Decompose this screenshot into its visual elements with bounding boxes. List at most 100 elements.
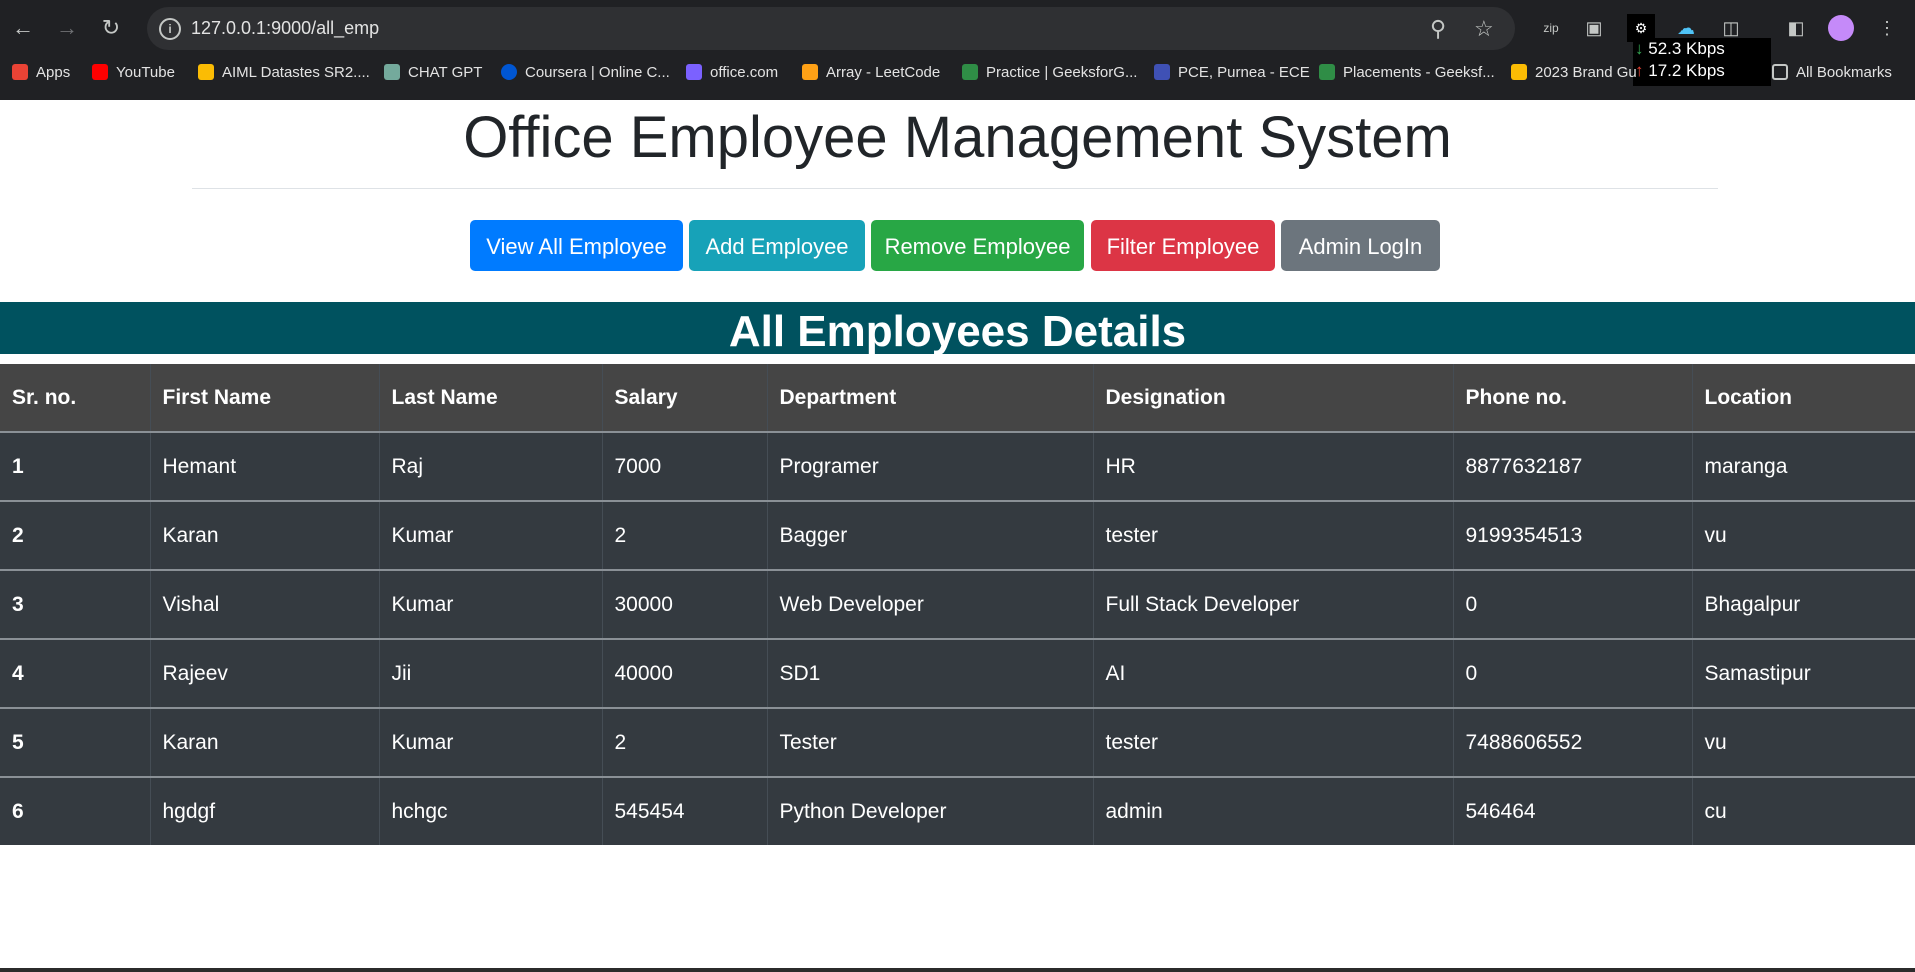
remove-employee-button[interactable]: Remove Employee [871,220,1084,271]
table-cell: Karan [150,708,380,777]
table-cell: tester [1093,501,1454,570]
table-row: 2 Karan Kumar 2 Bagger tester 9199354513… [0,501,1915,570]
table-cell: cu [1704,799,1727,823]
page-content: Office Employee Management System View A… [0,100,1915,972]
address-bar[interactable]: i 127.0.0.1:9000/all_emp ⚲ ☆ [147,7,1515,50]
bookmark-gfg-placements[interactable]: Placements - Geeksf... [1319,64,1495,81]
table-cell: 2 [0,501,151,570]
table-cell: 5 [0,708,151,777]
table-cell: Programer [767,432,1094,501]
side-panel-icon[interactable]: ◧ [1782,14,1810,42]
column-header: Designation [1093,364,1454,432]
section-spacer [0,354,1915,364]
leetcode-icon [802,64,818,80]
bookmark-youtube[interactable]: YouTube [92,64,175,81]
bookmark-leetcode[interactable]: Array - LeetCode [802,64,940,81]
reload-icon[interactable]: ↻ [95,12,127,44]
column-header: Sr. no. [0,364,151,432]
table-cell: SD1 [767,639,1094,708]
table-cell: maranga [1704,454,1788,478]
site-info-icon[interactable]: i [159,18,181,40]
bookmark-pce[interactable]: PCE, Purnea - ECE [1154,64,1310,81]
table-cell: hgdgf [150,777,380,845]
forward-arrow-icon[interactable]: → [51,12,83,44]
bookmark-star-icon[interactable]: ☆ [1474,16,1494,42]
menu-kebab-icon[interactable]: ⋮ [1873,14,1901,42]
table-cell: vu [1704,730,1727,754]
bookmark-coursera[interactable]: Coursera | Online C... [501,64,670,81]
section-title: All Employees Details [0,302,1915,354]
add-employee-button[interactable]: Add Employee [689,220,865,271]
table-cell: 30000 [602,570,768,639]
coursera-icon [501,64,517,80]
table-cell: Raj [379,432,603,501]
table-cell: 2 [602,708,768,777]
table-row: 6 hgdgf hchgc 545454 Python Developer ad… [0,777,1915,845]
back-arrow-icon[interactable]: ← [7,12,39,44]
table-cell: Tester [767,708,1094,777]
geeksforgeeks-icon [1319,64,1335,80]
bookmark-office[interactable]: office.com [686,64,778,81]
college-icon [1154,64,1170,80]
table-row: 5 Karan Kumar 2 Tester tester 7488606552… [0,708,1915,777]
bookmark-apps[interactable]: Apps [12,64,70,81]
table-cell: 0 [1453,639,1693,708]
bookmark-all[interactable]: All Bookmarks [1772,64,1892,81]
table-cell: Full Stack Developer [1093,570,1454,639]
title-divider [192,188,1718,189]
table-cell: 9199354513 [1453,501,1693,570]
table-cell: AI [1093,639,1454,708]
google-drive-icon [1511,64,1527,80]
bookmark-aiml[interactable]: AIML Datastes SR2.... [198,64,370,81]
table-cell: hchgc [379,777,603,845]
table-cell: Rajeev [150,639,380,708]
gzip-extension-icon[interactable]: zip [1537,14,1565,42]
table-cell: 6 [0,777,151,845]
table-cell: 2 [602,501,768,570]
download-speed: 52.3 Kbps [1648,39,1725,58]
table-cell: Python Developer [767,777,1094,845]
table-cell: 1 [0,432,151,501]
youtube-icon [92,64,108,80]
table-header-row: Sr. no. First Name Last Name Salary Depa… [0,364,1915,432]
table-cell: vu [1704,523,1727,547]
table-cell: 7000 [602,432,768,501]
bookmark-brand-guide[interactable]: 2023 Brand Gu [1511,64,1637,81]
table-cell: 40000 [602,639,768,708]
table-cell: Bagger [767,501,1094,570]
picture-in-picture-icon[interactable]: ▣ [1580,14,1608,42]
url-text[interactable]: 127.0.0.1:9000/all_emp [191,18,379,39]
employees-table: Sr. no. First Name Last Name Salary Depa… [0,364,1915,845]
browser-chrome: ← → ↻ i 127.0.0.1:9000/all_emp ⚲ ☆ zip ▣… [0,0,1915,100]
table-cell: Hemant [150,432,380,501]
table-cell: Web Developer [767,570,1094,639]
zoom-icon[interactable]: ⚲ [1430,16,1446,42]
profile-avatar[interactable] [1828,15,1854,41]
geeksforgeeks-icon [962,64,978,80]
apps-grid-icon [12,64,28,80]
bookmark-chatgpt[interactable]: CHAT GPT [384,64,482,81]
table-cell: HR [1093,432,1454,501]
filter-employee-button[interactable]: Filter Employee [1091,220,1275,271]
column-header: First Name [150,364,380,432]
table-cell: 0 [1453,570,1693,639]
office-icon [686,64,702,80]
folder-icon [1772,64,1788,80]
table-cell: Bhagalpur [1704,592,1801,616]
table-cell: 8877632187 [1453,432,1693,501]
google-drive-icon [198,64,214,80]
download-arrow-icon: ↓ [1635,39,1644,58]
bookmark-gfg-practice[interactable]: Practice | GeeksforG... [962,64,1137,81]
table-cell: 546464 [1453,777,1693,845]
window-bottom-edge [0,968,1915,972]
table-row: 4 Rajeev Jii 40000 SD1 AI 0 Samastipur [0,639,1915,708]
admin-login-button[interactable]: Admin LogIn [1281,220,1440,271]
table-cell: 7488606552 [1453,708,1693,777]
table-cell: Vishal [150,570,380,639]
table-cell: 3 [0,570,151,639]
column-header: Department [767,364,1094,432]
column-header: Last Name [379,364,603,432]
view-all-employee-button[interactable]: View All Employee [470,220,683,271]
table-cell: Kumar [379,501,603,570]
table-cell: Jii [379,639,603,708]
